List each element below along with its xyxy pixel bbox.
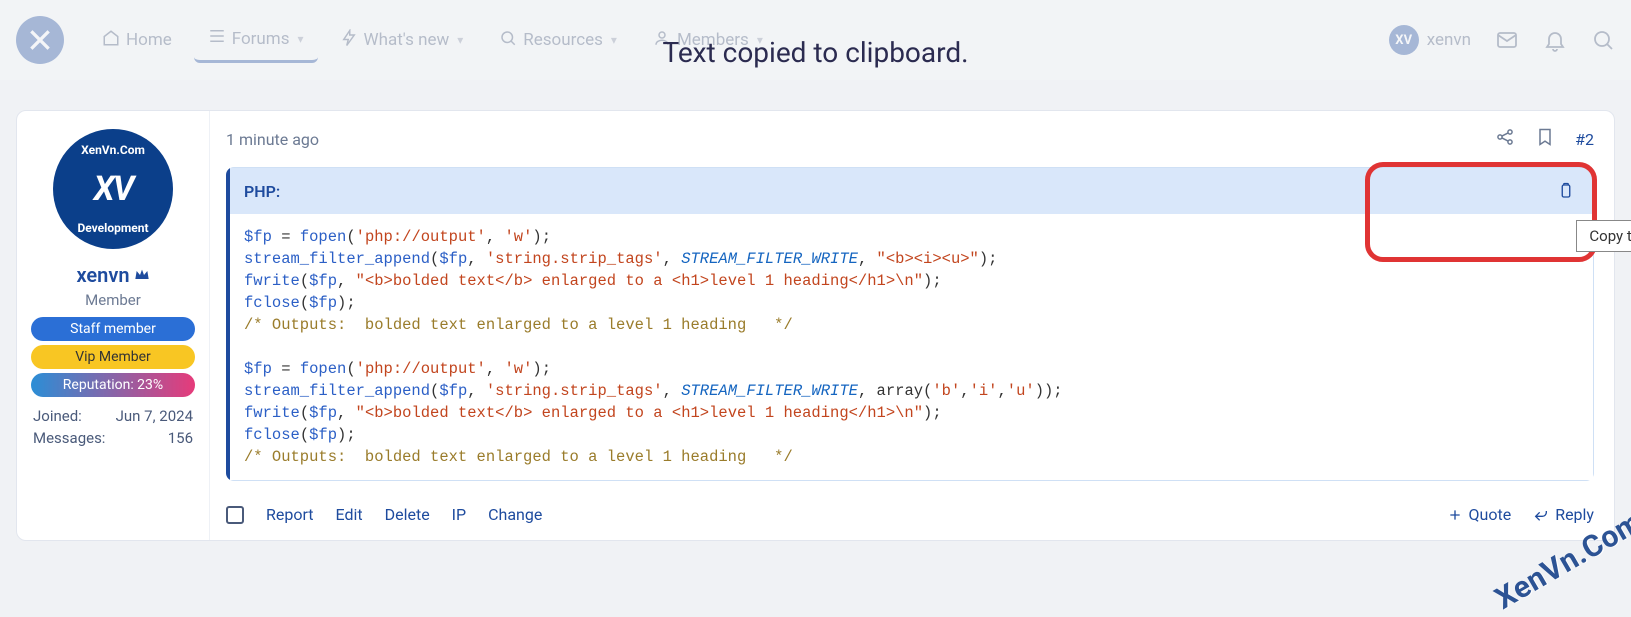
nav-forums-label: Forums: [232, 29, 290, 49]
bell-icon[interactable]: [1543, 28, 1567, 52]
code-language-label: PHP:: [244, 182, 280, 201]
site-logo[interactable]: [16, 16, 64, 64]
user-title: Member: [25, 291, 201, 309]
post-time[interactable]: 1 minute ago: [226, 130, 319, 149]
share-icon[interactable]: [1495, 127, 1515, 151]
change-link[interactable]: Change: [488, 505, 542, 524]
delete-link[interactable]: Delete: [385, 505, 430, 524]
edit-link[interactable]: Edit: [336, 505, 363, 524]
avatar-top-text: XenVn.Com: [81, 143, 145, 157]
post-footer: Report Edit Delete IP Change Quote Reply: [226, 505, 1594, 524]
avatar-bottom-text: Development: [77, 221, 148, 235]
bookmark-icon[interactable]: [1535, 127, 1555, 151]
home-icon: [102, 29, 120, 52]
chevron-down-icon[interactable]: ▾: [611, 33, 617, 47]
joined-label: Joined:: [33, 407, 82, 425]
badge-staff: Staff member: [31, 317, 195, 341]
bolt-icon: [340, 29, 358, 52]
user-avatar-small: XV: [1389, 25, 1419, 55]
reply-label: Reply: [1555, 505, 1594, 524]
nav-resources[interactable]: Resources ▾: [485, 19, 631, 62]
footer-right: Quote Reply: [1447, 505, 1594, 524]
chevron-down-icon[interactable]: ▾: [457, 33, 463, 47]
avatar-center-text: XV: [94, 169, 133, 209]
nav-resources-label: Resources: [523, 30, 603, 50]
reply-button[interactable]: Reply: [1533, 505, 1594, 524]
stat-messages: Messages: 156: [33, 429, 193, 447]
code-header: PHP: Copy to clipboard: [230, 168, 1593, 214]
quote-label: Quote: [1469, 505, 1512, 524]
joined-value: Jun 7, 2024: [116, 407, 193, 425]
post-body: 1 minute ago #2 PHP: Copy to clip: [209, 111, 1614, 540]
forums-icon: [208, 27, 226, 50]
nav-home-label: Home: [126, 30, 172, 50]
ip-link[interactable]: IP: [452, 505, 466, 524]
badge-vip: Vip Member: [31, 345, 195, 369]
post-number[interactable]: #2: [1575, 130, 1594, 149]
username[interactable]: xenvn: [76, 263, 149, 287]
nav-whatsnew-label: What's new: [364, 30, 450, 50]
crown-icon: [134, 263, 150, 287]
post-header-actions: #2: [1495, 127, 1594, 151]
user-column: XenVn.Com XV Development xenvn Member St…: [17, 111, 209, 540]
nav-home[interactable]: Home: [88, 19, 186, 62]
badge-reputation: Reputation: 23%: [31, 373, 195, 397]
search-icon[interactable]: [1591, 28, 1615, 52]
footer-left: Report Edit Delete IP Change: [226, 505, 542, 524]
user-avatar[interactable]: XenVn.Com XV Development: [53, 129, 173, 249]
report-link[interactable]: Report: [266, 505, 314, 524]
nav-whatsnew[interactable]: What's new ▾: [326, 19, 478, 62]
nav-user[interactable]: XV xenvn: [1389, 25, 1471, 55]
messages-value: 156: [168, 429, 193, 447]
toast-message: Text copied to clipboard.: [662, 36, 968, 69]
copy-tooltip: Copy to clipboard: [1576, 220, 1631, 252]
username-text: xenvn: [76, 263, 129, 287]
inbox-icon[interactable]: [1495, 28, 1519, 52]
stat-joined: Joined: Jun 7, 2024: [33, 407, 193, 425]
nav-right: XV xenvn: [1389, 25, 1615, 55]
nav-user-label: xenvn: [1427, 30, 1471, 50]
user-stats: Joined: Jun 7, 2024 Messages: 156: [25, 407, 201, 447]
quote-button[interactable]: Quote: [1447, 505, 1512, 524]
code-block: PHP: Copy to clipboard $fp = fopen('php:…: [226, 167, 1594, 481]
code-content[interactable]: $fp = fopen('php://output', 'w'); stream…: [230, 214, 1593, 480]
copy-button[interactable]: [1553, 178, 1579, 204]
resources-icon: [499, 29, 517, 52]
post: XenVn.Com XV Development xenvn Member St…: [16, 110, 1615, 541]
messages-label: Messages:: [33, 429, 105, 447]
post-header: 1 minute ago #2: [226, 127, 1594, 151]
select-checkbox[interactable]: [226, 506, 244, 524]
chevron-down-icon[interactable]: ▾: [297, 32, 303, 46]
nav-forums[interactable]: Forums ▾: [194, 17, 318, 63]
